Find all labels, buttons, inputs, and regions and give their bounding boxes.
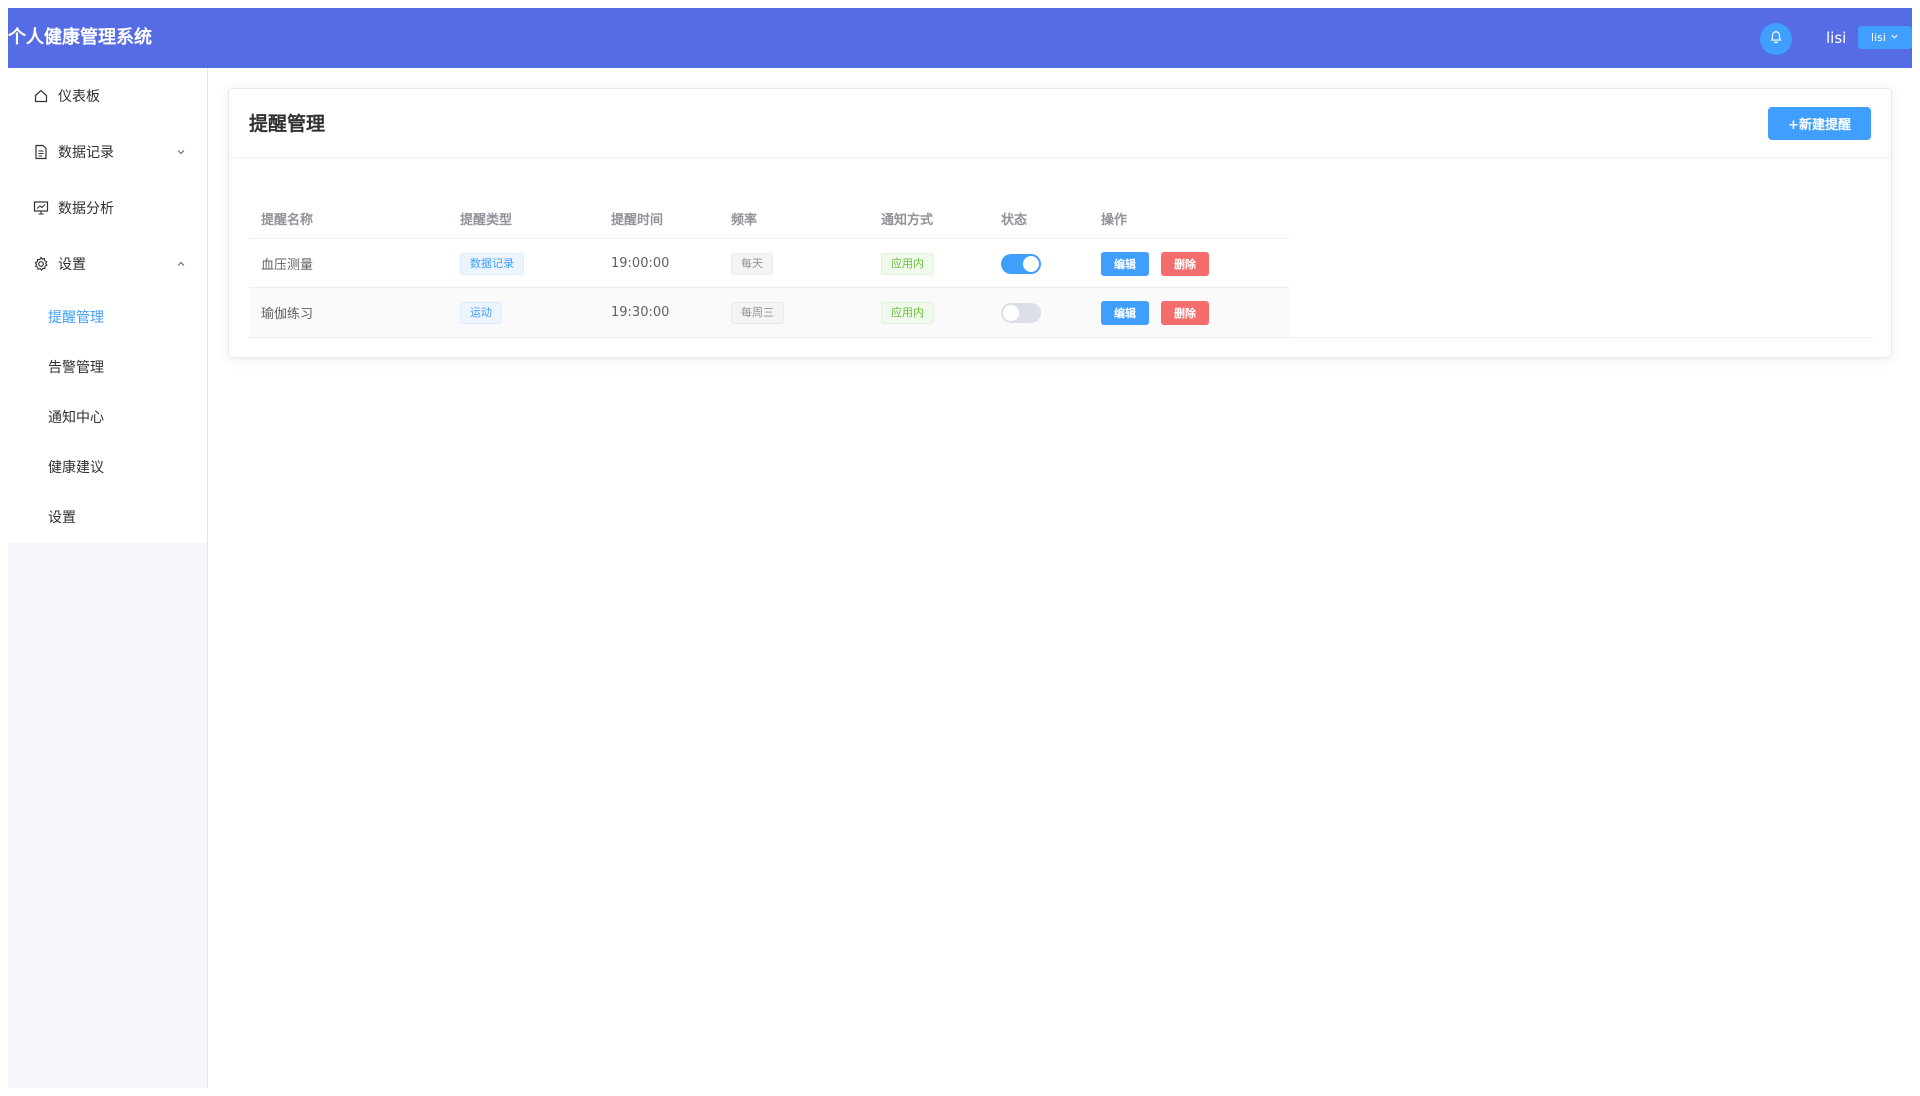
table-row[interactable]: 血压测量 数据记录 19:00:00 每天 应用内 编辑 删除 — [249, 239, 1873, 288]
user-name: lisi — [1826, 29, 1847, 47]
edit-button[interactable]: 编辑 — [1101, 300, 1149, 325]
edit-button[interactable]: 编辑 — [1101, 251, 1149, 276]
reminder-table: 提醒名称 提醒类型 提醒时间 频率 通知方式 状态 操作 血压测量 数据记录 1… — [249, 197, 1873, 338]
delete-button[interactable]: 删除 — [1161, 251, 1209, 276]
toggle-knob — [1023, 255, 1039, 272]
column-header-notify[interactable]: 通知方式 — [881, 197, 933, 239]
sidebar-item-settings-group[interactable]: 设置 — [8, 236, 207, 292]
chart-board-icon — [32, 199, 50, 217]
reminder-card: 提醒管理 +新建提醒 提醒名称 提醒类型 提醒时间 频率 通知方式 状态 操作 … — [228, 88, 1892, 358]
notify-tag: 应用内 — [881, 301, 934, 324]
chevron-up-icon — [175, 258, 187, 274]
status-toggle[interactable] — [1001, 302, 1041, 323]
document-icon — [32, 143, 50, 161]
app-root: 个人健康管理系统 lisi lisi 仪表板 数据记录 数据分析 设置 提醒管理… — [8, 8, 1912, 1088]
table-bottom-border — [249, 337, 1873, 338]
column-header-actions[interactable]: 操作 — [1101, 197, 1127, 239]
sidebar-item-label: 设置 — [58, 257, 86, 273]
sidebar-subitem-settings[interactable]: 设置 — [8, 492, 207, 542]
chevron-down-icon — [175, 146, 187, 162]
sidebar-subitem-alerts[interactable]: 告警管理 — [8, 342, 207, 392]
reminder-time: 19:00:00 — [611, 256, 670, 271]
frequency-tag: 每天 — [731, 252, 773, 275]
top-header: 个人健康管理系统 lisi lisi — [8, 8, 1912, 68]
bell-icon — [1769, 30, 1783, 48]
sidebar-item-label: 数据分析 — [58, 201, 114, 217]
reminder-name: 瑜伽练习 — [261, 307, 314, 322]
page-title: 提醒管理 — [249, 113, 326, 135]
user-dropdown-button[interactable]: lisi — [1858, 26, 1912, 49]
toggle-knob — [1003, 304, 1019, 321]
column-header-time[interactable]: 提醒时间 — [611, 197, 663, 239]
sidebar: 仪表板 数据记录 数据分析 设置 提醒管理 告警管理 通知中心 健康建议 设置 — [8, 68, 208, 1088]
type-tag: 数据记录 — [460, 252, 524, 275]
type-tag: 运动 — [460, 301, 502, 324]
notification-button[interactable] — [1760, 23, 1792, 55]
notify-tag: 应用内 — [881, 252, 934, 275]
frequency-tag: 每周三 — [731, 301, 784, 324]
sidebar-item-label: 仪表板 — [58, 89, 100, 105]
sidebar-item-dashboard[interactable]: 仪表板 — [8, 68, 207, 124]
reminder-name: 血压测量 — [261, 258, 314, 273]
column-header-type[interactable]: 提醒类型 — [460, 197, 512, 239]
gear-icon — [32, 255, 50, 273]
reminder-time: 19:30:00 — [611, 305, 670, 320]
sidebar-subitem-reminders[interactable]: 提醒管理 — [8, 292, 207, 342]
sidebar-menu: 仪表板 数据记录 数据分析 设置 提醒管理 告警管理 通知中心 健康建议 设置 — [8, 68, 207, 543]
delete-button[interactable]: 删除 — [1161, 300, 1209, 325]
sidebar-item-data-records[interactable]: 数据记录 — [8, 124, 207, 180]
new-reminder-button[interactable]: +新建提醒 — [1768, 107, 1871, 140]
sidebar-subitem-health-advice[interactable]: 健康建议 — [8, 442, 207, 492]
table-header: 提醒名称 提醒类型 提醒时间 频率 通知方式 状态 操作 — [249, 197, 1873, 239]
table-row[interactable]: 瑜伽练习 运动 19:30:00 每周三 应用内 编辑 删除 — [249, 288, 1289, 337]
sidebar-item-label: 数据记录 — [58, 145, 114, 161]
chevron-down-icon — [1890, 31, 1899, 44]
sidebar-subitem-notifications[interactable]: 通知中心 — [8, 392, 207, 442]
status-toggle[interactable] — [1001, 253, 1041, 274]
column-header-name[interactable]: 提醒名称 — [261, 197, 313, 239]
sidebar-item-data-analysis[interactable]: 数据分析 — [8, 180, 207, 236]
column-header-frequency[interactable]: 频率 — [731, 197, 757, 239]
user-dropdown-label: lisi — [1871, 31, 1886, 44]
card-header: 提醒管理 +新建提醒 — [229, 89, 1891, 158]
column-header-status[interactable]: 状态 — [1001, 197, 1027, 239]
app-title: 个人健康管理系统 — [8, 27, 152, 48]
home-icon — [32, 87, 50, 105]
